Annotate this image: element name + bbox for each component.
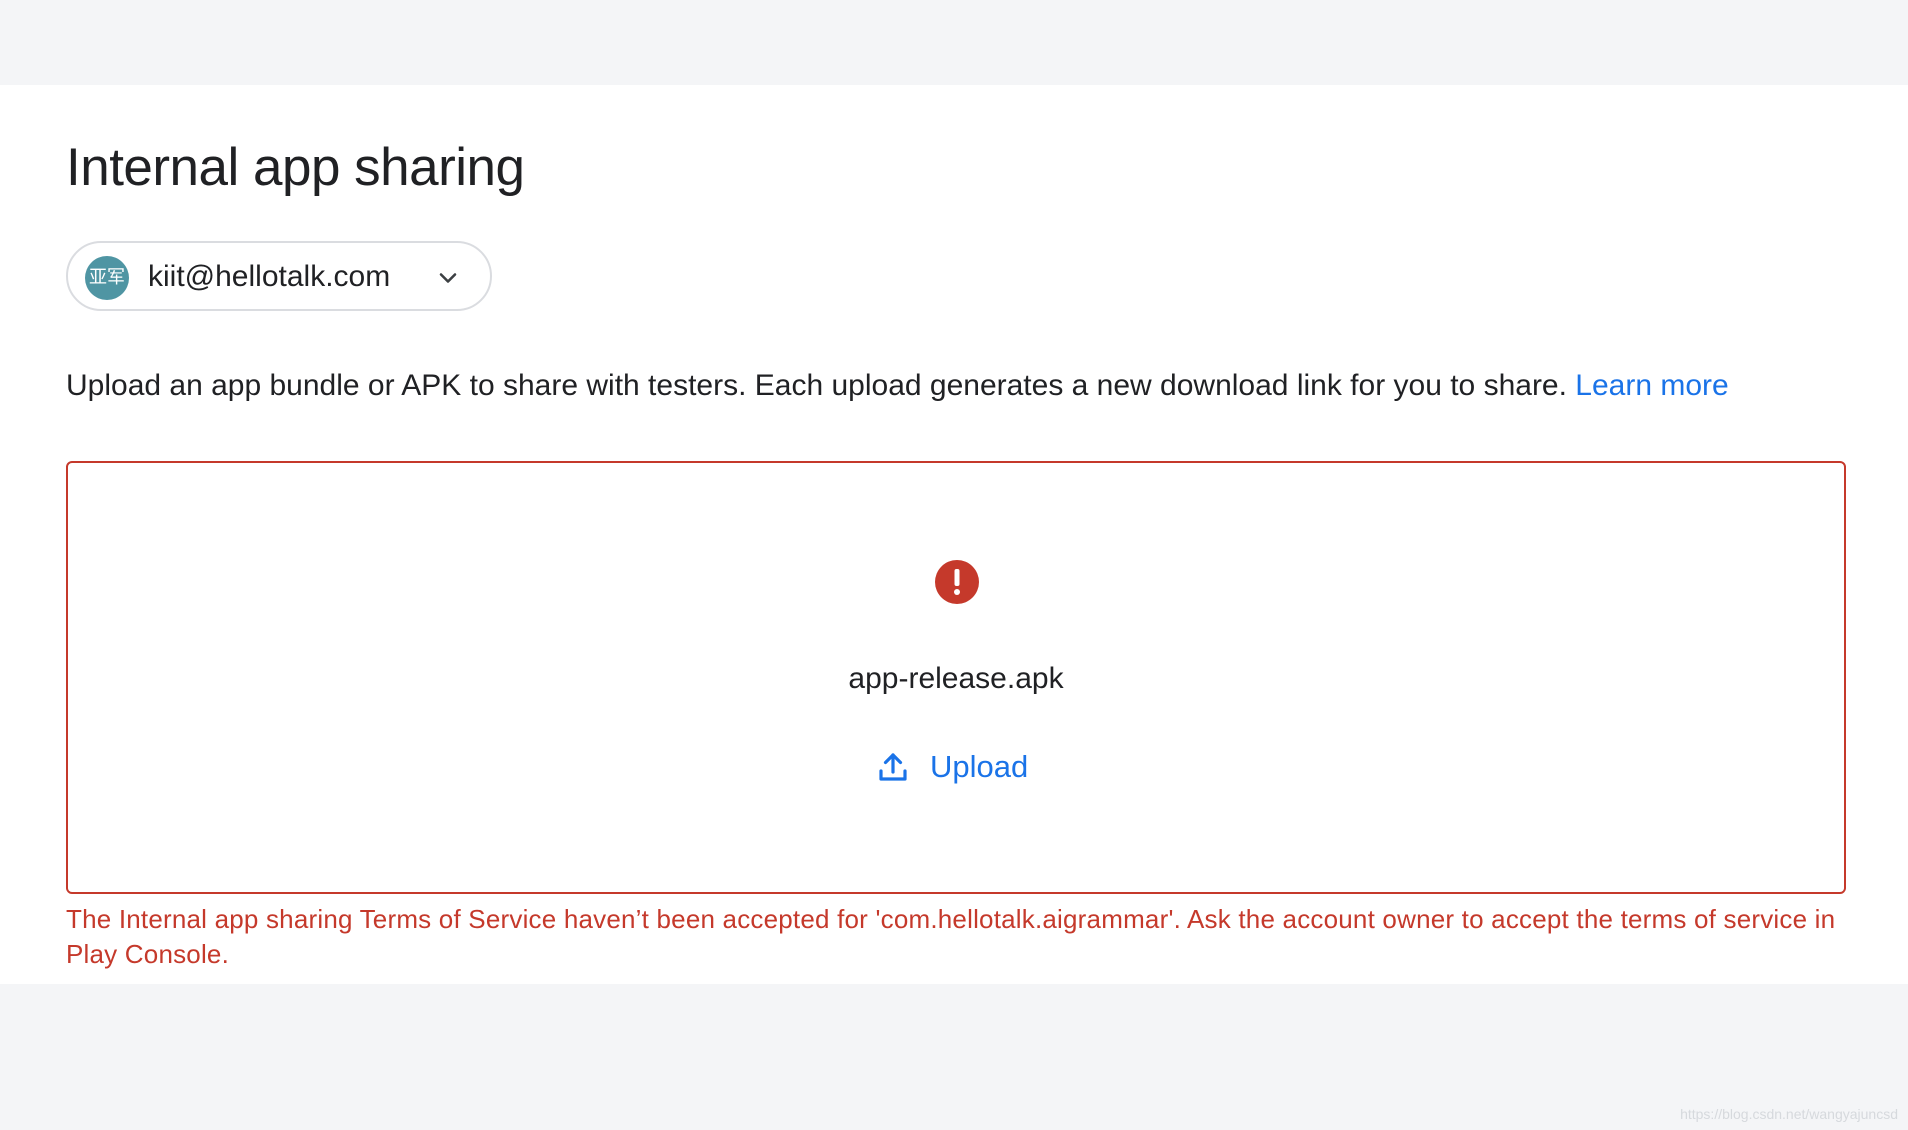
learn-more-link[interactable]: Learn more bbox=[1575, 369, 1728, 402]
error-message: The Internal app sharing Terms of Servic… bbox=[66, 904, 1836, 969]
avatar: 亚军 bbox=[85, 256, 129, 300]
page-title: Internal app sharing bbox=[66, 138, 525, 197]
watermark: https://blog.csdn.net/wangyajuncsd bbox=[1680, 1106, 1898, 1122]
upload-label: Upload bbox=[930, 749, 1029, 784]
top-band bbox=[0, 0, 1908, 85]
description-body: Upload an app bundle or APK to share wit… bbox=[66, 369, 1576, 402]
upload-icon bbox=[879, 753, 907, 781]
description-text: Upload an app bundle or APK to share wit… bbox=[66, 366, 1729, 406]
upload-button[interactable]: Upload bbox=[876, 743, 1028, 791]
chevron-down-icon bbox=[439, 273, 457, 283]
error-icon bbox=[935, 560, 979, 604]
upload-dropzone[interactable]: app-release.apk Upload bbox=[66, 461, 1846, 894]
account-selector[interactable]: 亚军 kiit@hellotalk.com bbox=[66, 241, 492, 311]
file-name: app-release.apk bbox=[848, 662, 1064, 695]
account-email: kiit@hellotalk.com bbox=[148, 260, 391, 293]
